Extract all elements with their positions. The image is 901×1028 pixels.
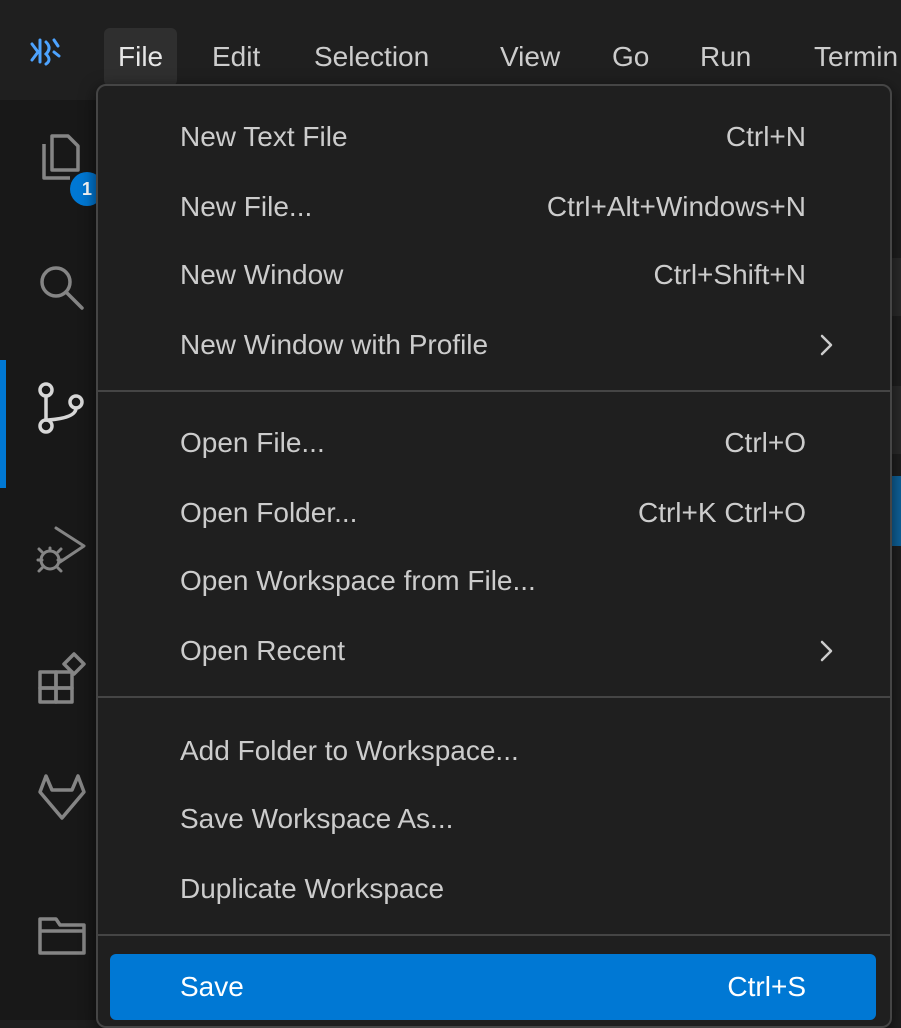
menu-separator: [98, 934, 890, 936]
menu-item-save-workspace-as[interactable]: Save Workspace As...: [110, 786, 876, 852]
chevron-right-icon: [820, 640, 833, 662]
menu-item-label: Open File...: [180, 427, 325, 458]
menu-item-new-file[interactable]: New File... Ctrl+Alt+Windows+N: [110, 174, 876, 240]
menu-item-label: Save: [180, 971, 244, 1002]
menu-edit[interactable]: Edit: [198, 28, 274, 86]
menu-item-new-window[interactable]: New Window Ctrl+Shift+N: [110, 242, 876, 308]
chevron-right-icon: [820, 334, 833, 356]
menu-file[interactable]: File: [104, 28, 178, 86]
gitlab-icon[interactable]: [34, 770, 90, 826]
menu-item-label: Open Workspace from File...: [180, 565, 536, 596]
menu-item-open-folder[interactable]: Open Folder... Ctrl+K Ctrl+O: [110, 480, 876, 546]
menu-go[interactable]: Go: [598, 28, 663, 86]
menu-item-label: Duplicate Workspace: [180, 873, 445, 904]
menu-item-label: New File...: [180, 191, 313, 222]
menu-item-label: New Window with Profile: [180, 329, 489, 360]
search-icon[interactable]: [34, 260, 90, 316]
menu-item-label: New Text File: [180, 121, 348, 152]
menu-item-shortcut: Ctrl+K Ctrl+O: [637, 497, 806, 528]
menu-terminal[interactable]: Termin: [800, 28, 901, 86]
menu-selection[interactable]: Selection: [300, 28, 443, 86]
menu-item-open-file[interactable]: Open File... Ctrl+O: [110, 410, 876, 476]
run-debug-icon[interactable]: [34, 520, 90, 576]
menu-item-save[interactable]: Save Ctrl+S: [110, 954, 876, 1020]
menu-item-duplicate-workspace[interactable]: Duplicate Workspace: [110, 856, 876, 922]
menu-item-label: Save Workspace As...: [180, 803, 454, 834]
menu-separator: [98, 696, 890, 698]
menu-item-shortcut: Ctrl+S: [727, 971, 806, 1002]
menu-view[interactable]: View: [486, 28, 574, 86]
menu-separator: [98, 390, 890, 392]
menu-item-new-text-file[interactable]: New Text File Ctrl+N: [110, 104, 876, 170]
menu-item-open-recent[interactable]: Open Recent: [110, 618, 876, 684]
menu-item-label: Open Folder...: [180, 497, 358, 528]
menu-item-add-folder-to-workspace[interactable]: Add Folder to Workspace...: [110, 718, 876, 784]
activity-bar: 1: [0, 100, 104, 1020]
menu-item-new-window-with-profile[interactable]: New Window with Profile: [110, 312, 876, 378]
app-logo-icon[interactable]: [28, 34, 62, 68]
menu-item-label: Add Folder to Workspace...: [180, 735, 519, 766]
extensions-icon[interactable]: [34, 650, 90, 706]
menu-item-open-workspace-from-file[interactable]: Open Workspace from File...: [110, 548, 876, 614]
menu-item-shortcut: Ctrl+N: [725, 121, 806, 152]
menu-item-shortcut: Ctrl+Alt+Windows+N: [546, 191, 806, 222]
folder-icon[interactable]: [34, 905, 90, 961]
active-indicator: [0, 360, 6, 488]
file-menu-dropdown: New Text File Ctrl+N New File... Ctrl+Al…: [96, 84, 892, 1028]
menu-item-shortcut: Ctrl+O: [724, 427, 806, 458]
menu-item-label: New Window: [180, 259, 344, 290]
menu-item-label: Open Recent: [180, 635, 345, 666]
menu-item-shortcut: Ctrl+Shift+N: [653, 259, 807, 290]
source-control-icon[interactable]: [34, 380, 90, 436]
menu-run[interactable]: Run: [686, 28, 765, 86]
